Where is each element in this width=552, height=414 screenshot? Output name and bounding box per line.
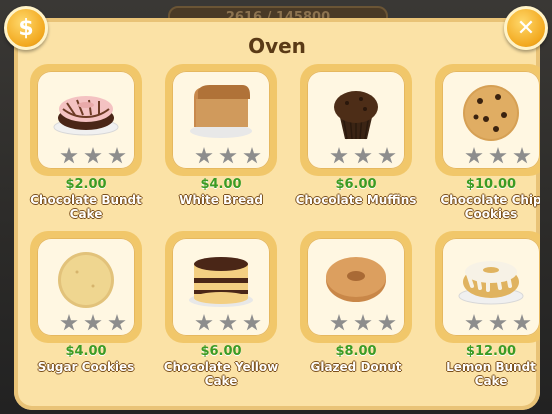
rating-stars — [188, 147, 268, 165]
close-button[interactable]: ✕ — [504, 6, 548, 50]
recipe-card-chocolate-yellow-cake[interactable]: $6.00 Chocolate Yellow Cake — [164, 231, 278, 391]
star-icon — [513, 147, 531, 164]
dollar-icon: $ — [18, 15, 34, 41]
item-name: Sugar Cookies — [37, 360, 135, 374]
star-icon — [378, 314, 396, 331]
card-tile — [442, 238, 540, 336]
recipe-card-sugar-cookies[interactable]: $4.00 Sugar Cookies — [30, 231, 142, 391]
item-name: White Bread — [179, 193, 263, 207]
star-icon — [195, 147, 213, 164]
item-name: Chocolate Chip Cookies — [440, 193, 540, 221]
chocolate-yellow-cake-icon — [189, 257, 253, 307]
card-tile — [37, 238, 135, 336]
recipe-card-glazed-donut[interactable]: $8.00 Glazed Donut — [300, 231, 412, 391]
star-icon — [108, 314, 126, 331]
item-price: $8.00 — [335, 344, 377, 359]
recipe-card-lemon-bundt-cake[interactable]: $12.00 Lemon Bundt Cake — [435, 231, 540, 391]
card-tile — [307, 71, 405, 169]
star-icon — [330, 314, 348, 331]
lemon-bundt-cake-icon — [458, 261, 524, 305]
card-tile — [172, 71, 270, 169]
white-bread-icon — [190, 85, 252, 138]
chocolate-muffin-icon — [334, 91, 378, 140]
item-price: $2.00 — [65, 177, 107, 192]
sugar-cookie-icon — [58, 252, 114, 308]
chocolate-chip-cookie-icon — [463, 85, 519, 141]
star-icon — [84, 314, 102, 331]
item-name: Glazed Donut — [310, 360, 402, 374]
recipe-card-chocolate-muffins[interactable]: $6.00 Chocolate Muffins — [296, 64, 416, 224]
star-icon — [195, 314, 213, 331]
star-icon — [465, 314, 483, 331]
card-tile — [37, 71, 135, 169]
star-icon — [219, 314, 237, 331]
star-icon — [513, 314, 531, 331]
star-icon — [243, 147, 261, 164]
star-icon — [219, 147, 237, 164]
star-icon — [354, 314, 372, 331]
star-icon — [354, 147, 372, 164]
card-tile — [442, 71, 540, 169]
glazed-donut-icon — [326, 257, 386, 302]
star-icon — [330, 147, 348, 164]
star-icon — [60, 314, 78, 331]
item-price: $6.00 — [200, 344, 242, 359]
rating-stars — [53, 147, 133, 165]
rating-stars — [323, 147, 403, 165]
item-name: Lemon Bundt Cake — [446, 360, 536, 388]
panel-title: Oven — [248, 34, 306, 58]
currency-button[interactable]: $ — [4, 6, 48, 50]
star-icon — [489, 147, 507, 164]
recipe-card-chocolate-chip-cookies[interactable]: $10.00 Chocolate Chip Cookies — [435, 64, 540, 224]
item-price: $10.00 — [465, 177, 517, 192]
card-tile — [307, 238, 405, 336]
star-icon — [489, 314, 507, 331]
star-icon — [465, 147, 483, 164]
chocolate-bundt-cake-icon — [53, 96, 119, 136]
star-icon — [108, 147, 126, 164]
star-icon — [378, 147, 396, 164]
item-name: Chocolate Muffins — [295, 193, 417, 207]
rating-stars — [458, 314, 538, 332]
rating-stars — [323, 314, 403, 332]
item-name: Chocolate Yellow Cake — [163, 360, 279, 388]
star-icon — [60, 147, 78, 164]
recipe-card-chocolate-bundt-cake[interactable]: $2.00 Chocolate Bundt Cake — [30, 64, 142, 224]
item-price: $6.00 — [335, 177, 377, 192]
recipe-card-white-bread[interactable]: $4.00 White Bread — [165, 64, 277, 224]
rating-stars — [53, 314, 133, 332]
item-name: Chocolate Bundt Cake — [30, 193, 142, 221]
recipe-grid: $2.00 Chocolate Bundt Cake $4.00 White B… — [30, 64, 540, 404]
card-tile — [172, 238, 270, 336]
item-price: $4.00 — [65, 344, 107, 359]
rating-stars — [458, 147, 538, 165]
item-price: $12.00 — [465, 344, 517, 359]
item-price: $4.00 — [200, 177, 242, 192]
star-icon — [84, 147, 102, 164]
oven-panel: Oven $2.00 Chocolate Bundt Cake $4.00 Wh… — [14, 18, 540, 410]
star-icon — [243, 314, 261, 331]
rating-stars — [188, 314, 268, 332]
close-icon: ✕ — [516, 15, 536, 41]
